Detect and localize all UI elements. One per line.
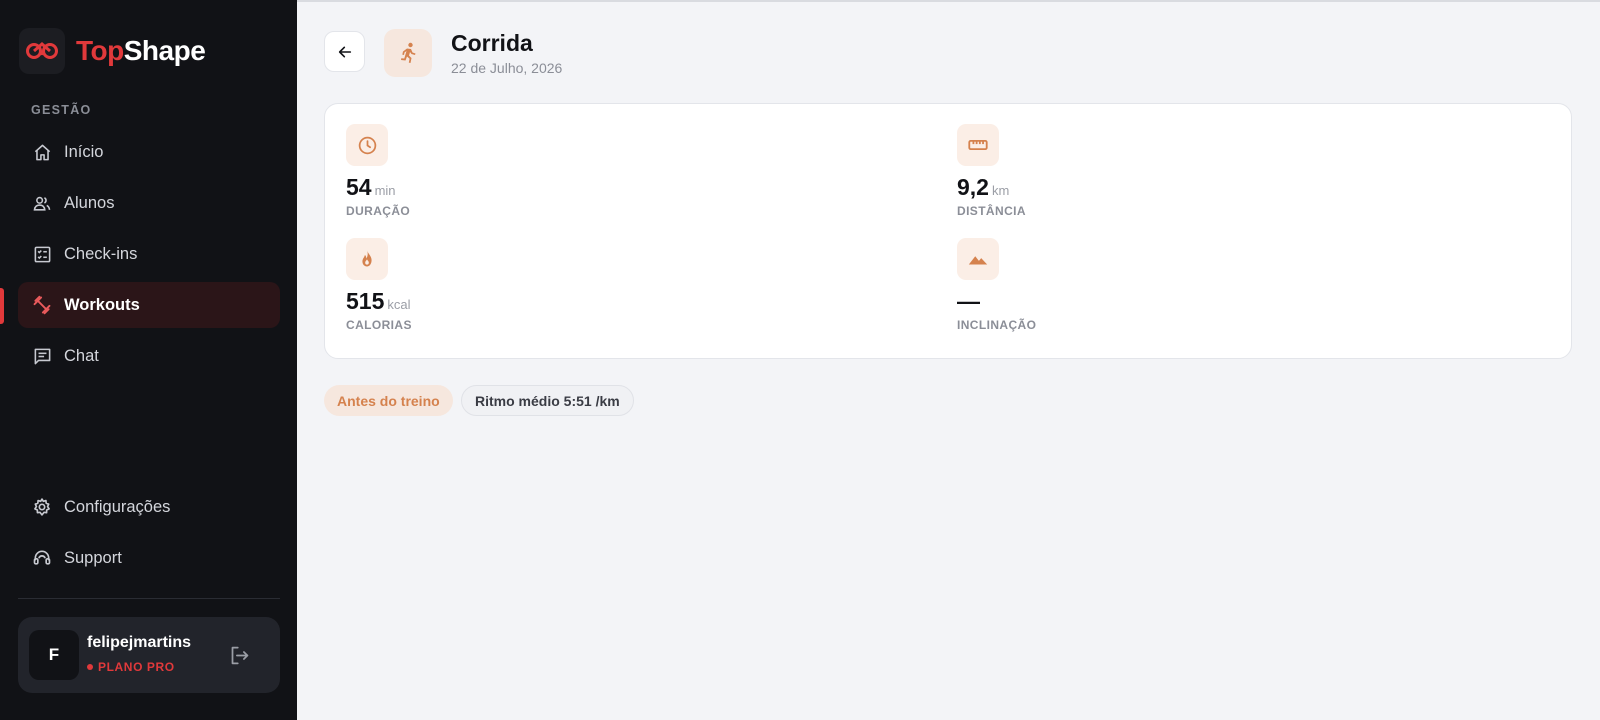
page-title: Corrida xyxy=(451,30,533,56)
stat-value: — xyxy=(957,288,980,314)
headset-icon xyxy=(32,548,52,568)
sidebar-item-support[interactable]: Support xyxy=(18,535,280,581)
chat-icon xyxy=(32,346,52,366)
sidebar: TopShape GESTÃO Início Alunos Check-ins … xyxy=(0,0,297,720)
status-dot xyxy=(87,664,93,670)
stat-label: DURAÇÃO xyxy=(346,204,411,218)
brand-logo[interactable]: TopShape xyxy=(19,28,206,74)
sidebar-item-label: Workouts xyxy=(64,295,140,314)
stat-label: CALORIAS xyxy=(346,318,412,332)
sidebar-item-workouts[interactable]: Workouts xyxy=(18,282,280,328)
sidebar-item-alunos[interactable]: Alunos xyxy=(18,180,280,226)
stat-unit: km xyxy=(991,183,1010,198)
sidebar-item-configuracoes[interactable]: Configurações xyxy=(18,484,280,530)
stat-label: INCLINAÇÃO xyxy=(957,318,1037,332)
stat-duration: 54 min DURAÇÃO xyxy=(346,124,646,224)
back-button[interactable] xyxy=(324,31,365,72)
mountain-icon xyxy=(957,238,999,280)
gear-icon xyxy=(32,497,52,517)
user-card: F felipejmartins PLANO PRO xyxy=(18,617,280,693)
timing-badge: Antes do treino xyxy=(324,385,453,416)
stats-card: 54 min DURAÇÃO 9,2 km DISTÂNCIA 515 kcal xyxy=(324,103,1572,359)
avatar[interactable]: F xyxy=(29,630,79,680)
active-indicator xyxy=(0,288,4,324)
running-icon xyxy=(384,29,432,77)
sidebar-item-check-ins[interactable]: Check-ins xyxy=(18,231,280,277)
sidebar-item-label: Support xyxy=(64,548,122,567)
brand-name: TopShape xyxy=(76,35,206,66)
logo-icon xyxy=(19,28,65,74)
stat-calories: 515 kcal CALORIAS xyxy=(346,238,646,338)
workout-date: 22 de Julho, 2026 xyxy=(451,60,563,76)
stat-unit: kcal xyxy=(387,297,411,312)
main-content: Corrida 22 de Julho, 2026 54 min DURAÇÃO… xyxy=(297,0,1600,720)
section-label: GESTÃO xyxy=(31,103,92,117)
stat-label: DISTÂNCIA xyxy=(957,204,1026,218)
plan-label: PLANO PRO xyxy=(98,660,175,674)
stat-value: 54 xyxy=(346,174,372,200)
sidebar-item-label: Alunos xyxy=(64,193,115,212)
sidebar-divider xyxy=(18,598,280,599)
users-icon xyxy=(32,193,52,213)
sidebar-item-chat[interactable]: Chat xyxy=(18,333,280,379)
dumbbell-icon xyxy=(32,295,52,315)
stat-value: 9,2 xyxy=(957,174,989,200)
sidebar-item-inicio[interactable]: Início xyxy=(18,129,280,175)
plan-badge: PLANO PRO xyxy=(87,660,175,674)
stat-value: 515 xyxy=(346,288,385,314)
arrow-left-icon xyxy=(338,46,351,57)
checklist-icon xyxy=(32,244,52,264)
logout-icon xyxy=(231,646,248,664)
username: felipejmartins xyxy=(87,634,192,651)
flame-icon xyxy=(346,238,388,280)
stat-distance: 9,2 km DISTÂNCIA xyxy=(957,124,1257,224)
stat-incline: — INCLINAÇÃO xyxy=(957,238,1257,338)
sidebar-item-label: Configurações xyxy=(64,497,171,516)
clock-icon xyxy=(346,124,388,166)
sidebar-item-label: Check-ins xyxy=(64,244,138,263)
home-icon xyxy=(32,142,52,162)
sidebar-item-label: Chat xyxy=(64,346,99,365)
stat-unit: min xyxy=(374,183,396,198)
logout-button[interactable] xyxy=(227,643,251,667)
pace-badge: Ritmo médio 5:51 /km xyxy=(461,385,634,416)
sidebar-item-label: Início xyxy=(64,142,104,161)
ruler-icon xyxy=(957,124,999,166)
